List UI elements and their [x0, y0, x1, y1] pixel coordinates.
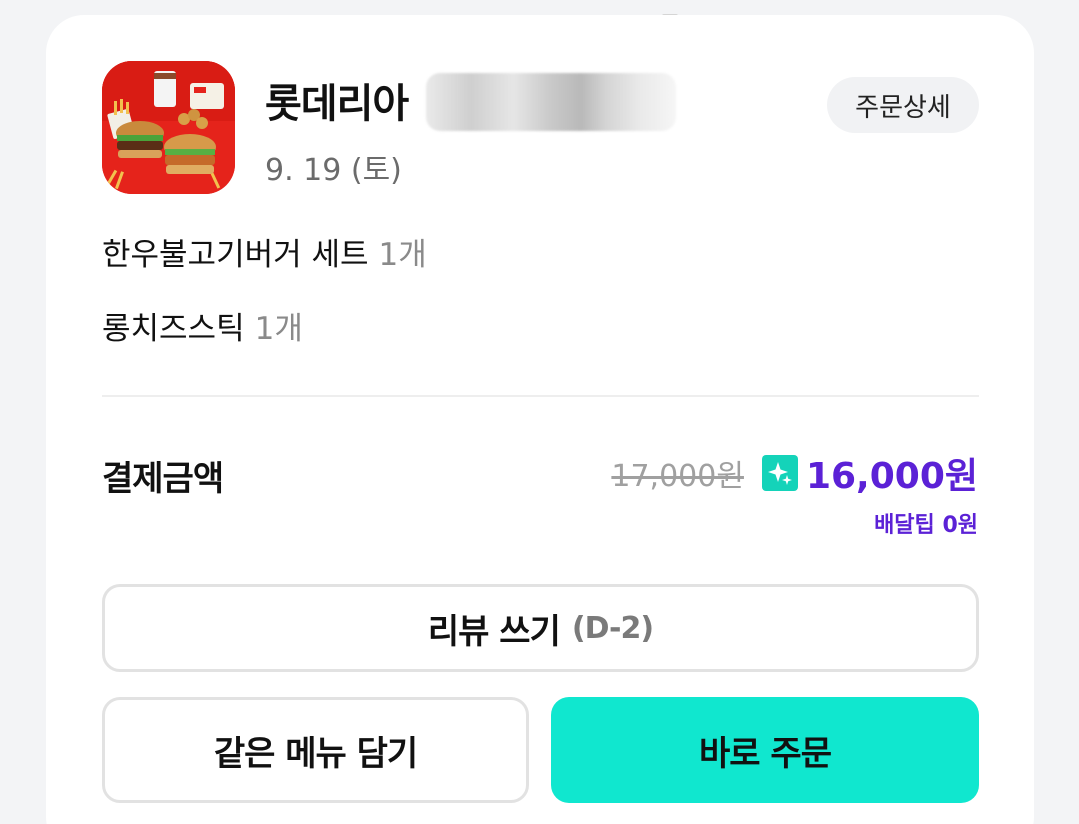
order-date: 9. 19 (토) — [265, 153, 402, 188]
payment-label: 결제금액 — [102, 459, 224, 499]
original-price: 17,000원 — [611, 459, 744, 494]
delivery-tip: 배달팁 0원 — [874, 513, 978, 538]
lotteria-food-thumbnail-icon — [102, 61, 235, 194]
order-item: 롱치즈스틱 1개 — [102, 303, 303, 348]
store-name[interactable]: 롯데리아 — [265, 71, 409, 129]
add-same-menu-button[interactable]: 같은 메뉴 담기 — [102, 697, 529, 803]
price-row: 17,000원 16,000원 — [611, 447, 978, 499]
order-item: 한우불고기버거 세트 1개 — [102, 229, 427, 274]
item-name: 한우불고기버거 세트 — [102, 237, 369, 273]
order-card: 롯데리아 9. 19 (토) 주문상세 한우불고기버거 세트 1개 롱치즈스틱 1개… — [46, 15, 1034, 824]
review-label: 리뷰 쓰기 — [427, 611, 561, 652]
order-now-button[interactable]: 바로 주문 — [551, 697, 979, 803]
review-dday: (D-2) — [571, 610, 654, 646]
store-thumbnail[interactable] — [102, 61, 235, 194]
item-qty: 1개 — [378, 237, 427, 273]
item-qty: 1개 — [254, 311, 303, 347]
divider — [102, 395, 979, 397]
order-detail-button[interactable]: 주문상세 — [827, 77, 979, 133]
write-review-button[interactable]: 리뷰 쓰기 (D-2) — [102, 584, 979, 672]
final-price: 16,000원 — [805, 456, 978, 497]
item-name: 롱치즈스틱 — [102, 311, 245, 347]
redacted-branch-name — [426, 73, 676, 131]
sparkle-icon — [761, 455, 798, 491]
